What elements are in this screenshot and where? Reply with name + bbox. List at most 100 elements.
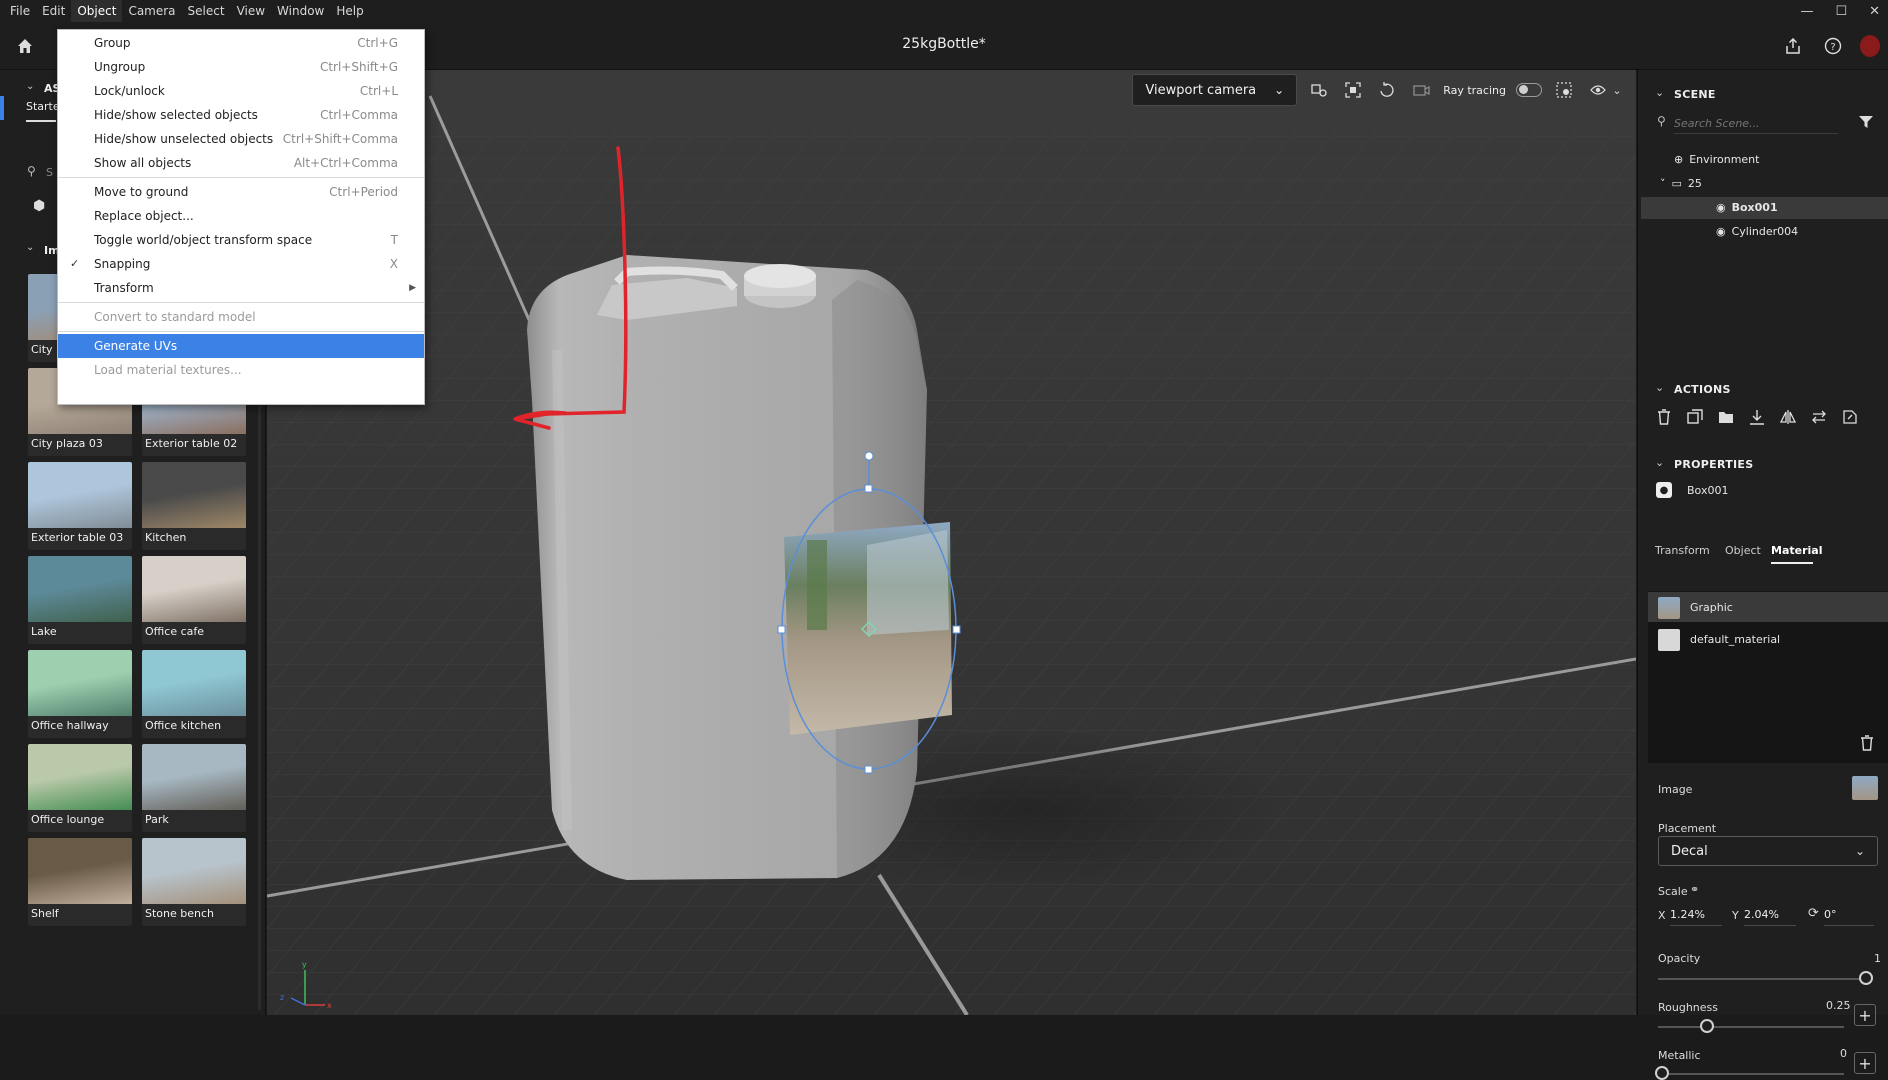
swap-icon[interactable] xyxy=(1810,408,1828,426)
rotate-handle[interactable] xyxy=(864,451,874,461)
scale-handle-top[interactable] xyxy=(864,484,873,493)
chevron-down-icon[interactable]: ⌄ xyxy=(26,242,34,253)
properties-object-name: Box001 xyxy=(1687,484,1729,497)
menu-camera[interactable]: Camera xyxy=(122,0,181,22)
delete-material-icon[interactable] xyxy=(1860,735,1874,754)
environment-thumbnail[interactable]: Shelf xyxy=(28,838,132,926)
chevron-down-icon[interactable]: ⌄ xyxy=(1655,456,1664,469)
move-to-ground-icon[interactable] xyxy=(1748,408,1766,426)
opacity-slider-knob[interactable] xyxy=(1859,971,1873,985)
filter-icon[interactable] xyxy=(1858,114,1874,133)
mirror-icon[interactable] xyxy=(1779,408,1797,426)
menu-item-show-all-objects[interactable]: Show all objects Alt+Ctrl+Comma xyxy=(58,151,424,175)
menu-item-label: Replace object... xyxy=(94,209,194,223)
duplicate-icon[interactable] xyxy=(1686,408,1704,426)
help-icon[interactable]: ? xyxy=(1822,35,1844,57)
rotate-view-icon[interactable] xyxy=(1375,78,1399,102)
metallic-add-button[interactable]: + xyxy=(1854,1052,1876,1074)
metallic-slider[interactable] xyxy=(1658,1073,1844,1075)
orbit-camera-icon[interactable] xyxy=(1307,78,1331,102)
environment-thumbnail[interactable]: Kitchen xyxy=(142,462,246,550)
roughness-slider[interactable] xyxy=(1658,1026,1844,1028)
chevron-down-icon: ⌄ xyxy=(1854,844,1865,858)
roughness-slider-knob[interactable] xyxy=(1700,1019,1714,1033)
chevron-down-icon[interactable]: ˅ xyxy=(1660,177,1666,190)
menu-select[interactable]: Select xyxy=(182,0,231,22)
link-icon[interactable]: ⚭ xyxy=(1690,883,1699,896)
scale-handle-bottom[interactable] xyxy=(864,765,873,774)
scale-y-input[interactable] xyxy=(1744,904,1796,926)
minimize-icon[interactable]: — xyxy=(1800,4,1813,19)
menu-item-ungroup[interactable]: Ungroup Ctrl+Shift+G xyxy=(58,55,424,79)
environment-thumbnail[interactable]: Office lounge xyxy=(28,744,132,832)
chevron-down-icon[interactable]: ⌄ xyxy=(26,81,34,92)
axis-z-label: z xyxy=(280,993,284,1002)
menu-item-hide-show-selected-objects[interactable]: Hide/show selected objects Ctrl+Comma xyxy=(58,103,424,127)
scene-item[interactable]: ◉ Box001 xyxy=(1716,201,1778,214)
environment-thumbnail[interactable]: Office cafe xyxy=(142,556,246,644)
menu-item-move-to-ground[interactable]: Move to ground Ctrl+Period xyxy=(58,180,424,204)
menu-file[interactable]: File xyxy=(4,0,36,22)
viewport-toolbar: Viewport camera ⌄ Ray tracing ⌄ xyxy=(1132,72,1626,108)
close-icon[interactable]: ✕ xyxy=(1869,4,1880,19)
visibility-dropdown[interactable]: ⌄ xyxy=(1586,78,1626,102)
menu-item-hide-show-unselected-objects[interactable]: Hide/show unselected objects Ctrl+Shift+C… xyxy=(58,127,424,151)
menu-item-generate-uvs[interactable]: Generate UVs xyxy=(58,334,424,358)
active-tab-underline xyxy=(1771,562,1813,564)
menu-item-toggle-world-object-transform-space[interactable]: Toggle world/object transform space T xyxy=(58,228,424,252)
scene-item[interactable]: ⊕ Environment xyxy=(1674,153,1759,166)
environment-thumbnail[interactable]: Office kitchen xyxy=(142,650,246,738)
scale-x-input[interactable] xyxy=(1670,904,1722,926)
menu-window[interactable]: Window xyxy=(271,0,330,22)
roughness-add-button[interactable]: + xyxy=(1854,1004,1876,1026)
image-thumbnail[interactable] xyxy=(1852,776,1878,800)
tab-object[interactable]: Object xyxy=(1725,544,1761,557)
search-input[interactable]: S xyxy=(46,166,53,179)
chevron-down-icon[interactable]: ⌄ xyxy=(1655,381,1664,394)
menu-edit[interactable]: Edit xyxy=(36,0,71,22)
tab-material[interactable]: Material xyxy=(1771,544,1822,557)
ray-tracing-toggle[interactable] xyxy=(1516,83,1542,97)
avatar[interactable] xyxy=(1860,35,1880,57)
placement-select[interactable]: Decal ⌄ xyxy=(1658,836,1878,866)
delete-icon[interactable] xyxy=(1655,408,1673,426)
tab-starter[interactable]: Starte xyxy=(26,100,60,113)
menu-item-lock-unlock[interactable]: Lock/unlock Ctrl+L xyxy=(58,79,424,103)
scale-handle-left[interactable] xyxy=(777,625,786,634)
camera-select[interactable]: Viewport camera ⌄ xyxy=(1132,74,1298,106)
frame-object-icon[interactable] xyxy=(1341,78,1365,102)
menu-help[interactable]: Help xyxy=(330,0,369,22)
camera-bookmark-icon[interactable] xyxy=(1409,78,1433,102)
menu-item-replace-object[interactable]: Replace object... xyxy=(58,204,424,228)
menu-view[interactable]: View xyxy=(231,0,271,22)
metallic-slider-knob[interactable] xyxy=(1655,1066,1669,1080)
menu-object[interactable]: Object xyxy=(71,0,123,22)
environment-thumbnail[interactable]: Stone bench xyxy=(142,838,246,926)
environment-thumbnail[interactable]: Lake xyxy=(28,556,132,644)
scene-search-input[interactable] xyxy=(1674,114,1838,134)
cube-icon[interactable]: ⬢ xyxy=(33,198,45,214)
menu-item-transform[interactable]: Transform ▶ xyxy=(58,276,424,300)
menu-item-group[interactable]: Group Ctrl+G xyxy=(58,31,424,55)
material-item[interactable]: default_material xyxy=(1648,624,1888,654)
scene-title: SCENE xyxy=(1674,88,1716,101)
group-folder-icon[interactable] xyxy=(1717,408,1735,426)
tab-transform[interactable]: Transform xyxy=(1655,544,1710,557)
share-icon[interactable] xyxy=(1782,35,1804,57)
rotation-input[interactable] xyxy=(1824,904,1874,926)
menu-item-snapping[interactable]: ✓ Snapping X xyxy=(58,252,424,276)
scale-handle-right[interactable] xyxy=(952,625,961,634)
render-settings-icon[interactable] xyxy=(1552,78,1576,102)
environment-thumbnail[interactable]: Office hallway xyxy=(28,650,132,738)
viewport[interactable]: y x z Viewport camera ⌄ Ray tracing ⌄ xyxy=(267,70,1636,1015)
environment-thumbnail[interactable]: Park xyxy=(142,744,246,832)
maximize-icon[interactable]: ☐ xyxy=(1835,4,1847,19)
environment-thumbnail[interactable]: Exterior table 03 xyxy=(28,462,132,550)
material-item[interactable]: Graphic xyxy=(1648,592,1888,622)
scene-item[interactable]: ◉ Cylinder004 xyxy=(1716,225,1798,238)
opacity-slider[interactable] xyxy=(1658,978,1866,980)
export-icon[interactable] xyxy=(1841,408,1859,426)
menu-item-label: Load material textures... xyxy=(94,363,242,377)
chevron-down-icon[interactable]: ⌄ xyxy=(1655,86,1664,99)
scene-item[interactable]: ˅ ▭ 25 xyxy=(1660,177,1702,190)
